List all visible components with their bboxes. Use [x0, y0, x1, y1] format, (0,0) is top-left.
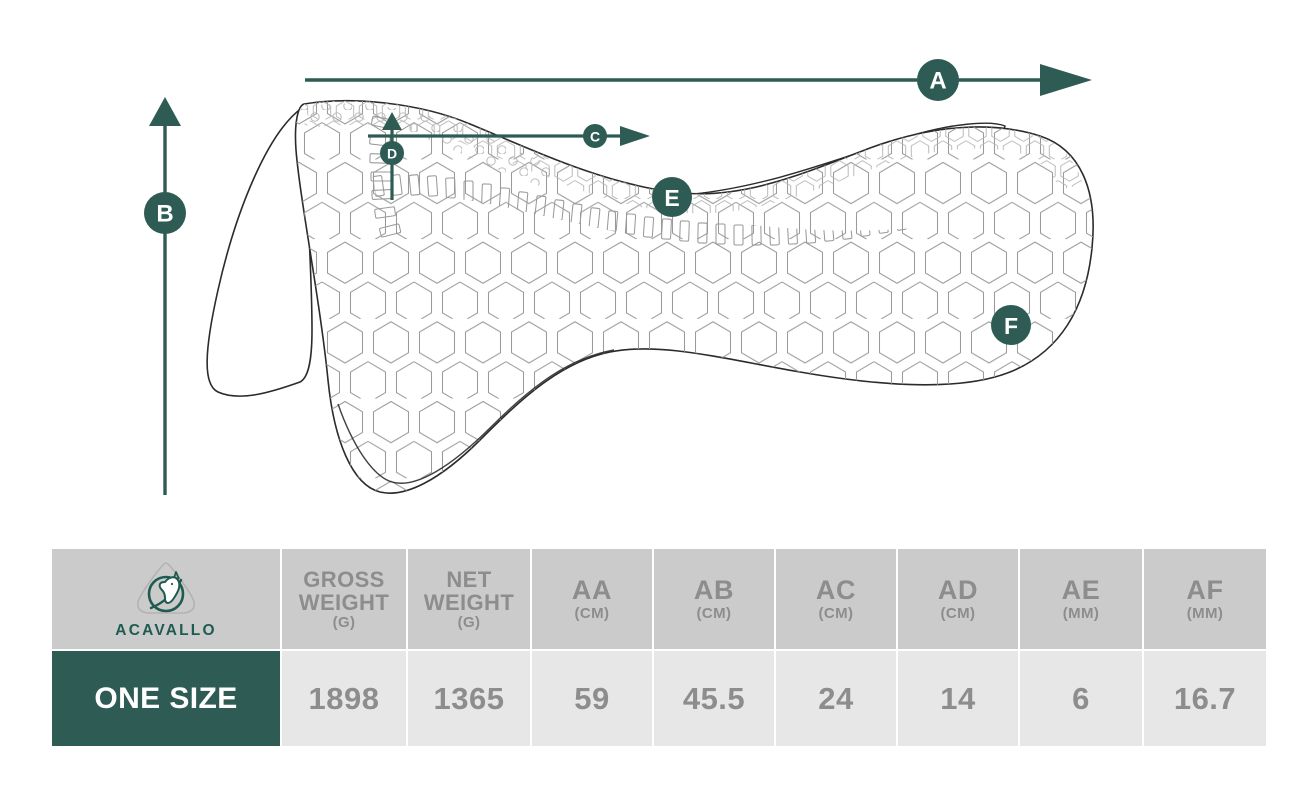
net-weight-line2: WEIGHT	[423, 589, 515, 615]
marker-f-label: F	[1004, 313, 1018, 339]
dimension-f: F	[991, 305, 1031, 345]
specifications-table: ACAVALLO GROSS WEIGHT (G) NET WEIGHT (G)…	[50, 547, 1268, 748]
gross-weight-unit: (G)	[332, 613, 356, 631]
horse-head-crest-icon	[136, 562, 196, 614]
column-header-aa: AA (CM)	[532, 549, 652, 649]
marker-a-label: A	[929, 68, 946, 95]
table-header-row: ACAVALLO GROSS WEIGHT (G) NET WEIGHT (G)…	[52, 549, 1266, 649]
marker-c-label: C	[590, 129, 600, 145]
af-label: AF	[1186, 575, 1224, 606]
ad-label: AD	[937, 575, 979, 606]
ad-unit: (CM)	[940, 604, 976, 622]
ae-label: AE	[1061, 575, 1101, 606]
net-weight-line1: NET	[446, 566, 492, 592]
cell-ad: 14	[898, 651, 1018, 746]
ac-label: AC	[815, 575, 857, 606]
dimension-a-arrowhead	[1040, 64, 1092, 96]
brand-wordmark: ACAVALLO	[115, 622, 217, 639]
cell-ac: 24	[776, 651, 896, 746]
column-header-af: AF (MM)	[1144, 549, 1266, 649]
dimension-b: B	[144, 97, 186, 495]
cell-aa: 59	[532, 651, 652, 746]
cell-ab: 45.5	[654, 651, 774, 746]
dimension-a: A	[305, 59, 1092, 101]
column-header-gross-weight: GROSS WEIGHT (G)	[282, 549, 406, 649]
gross-weight-line1: GROSS	[303, 566, 385, 592]
measurement-diagram: A B C D E F	[0, 0, 1300, 530]
net-weight-unit: (G)	[457, 613, 481, 631]
cell-af: 16.7	[1144, 651, 1266, 746]
saddle-pad-diagram-svg: A B C D E F	[144, 59, 1094, 495]
ab-unit: (CM)	[696, 604, 732, 622]
cell-ae: 6	[1020, 651, 1142, 746]
ab-label: AB	[693, 575, 735, 606]
af-unit: (MM)	[1186, 604, 1224, 622]
ac-unit: (CM)	[818, 604, 854, 622]
column-header-net-weight: NET WEIGHT (G)	[408, 549, 530, 649]
cell-size: ONE SIZE	[52, 651, 280, 746]
marker-d-label: D	[387, 146, 397, 162]
column-header-ab: AB (CM)	[654, 549, 774, 649]
dimension-e: E	[652, 177, 692, 217]
dimension-b-arrowhead	[149, 97, 181, 126]
cell-net-weight: 1365	[408, 651, 530, 746]
aa-label: AA	[571, 575, 613, 606]
gross-weight-line2: WEIGHT	[298, 589, 390, 615]
brand-logo-cell: ACAVALLO	[52, 549, 280, 649]
pad-honeycomb-texture	[295, 100, 1094, 494]
cell-gross-weight: 1898	[282, 651, 406, 746]
column-header-ac: AC (CM)	[776, 549, 896, 649]
table-row: ONE SIZE 1898 1365 59 45.5 24 14 6 16.7	[52, 651, 1266, 746]
ae-unit: (MM)	[1062, 604, 1100, 622]
marker-b-label: B	[156, 201, 173, 228]
dimension-c-arrowhead	[620, 126, 650, 146]
column-header-ad: AD (CM)	[898, 549, 1018, 649]
aa-unit: (CM)	[574, 604, 610, 622]
marker-e-label: E	[664, 185, 679, 211]
column-header-ae: AE (MM)	[1020, 549, 1142, 649]
saddle-pad-illustration	[206, 99, 1094, 494]
